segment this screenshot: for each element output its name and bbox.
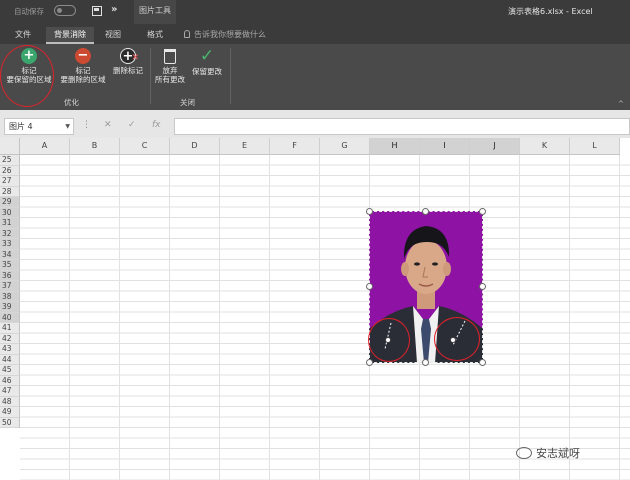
- mark-remove-button[interactable]: − 标记 要删除的区域: [56, 48, 110, 84]
- insert-function-icon[interactable]: fx: [152, 120, 161, 130]
- group-divider: [150, 48, 151, 104]
- collapse-ribbon-icon[interactable]: ^: [618, 100, 624, 108]
- row-header[interactable]: 37: [0, 281, 20, 292]
- delete-mark-label: 删除标记: [113, 66, 143, 75]
- save-icon[interactable]: [92, 6, 102, 16]
- row-header[interactable]: 29: [0, 197, 20, 208]
- row-header[interactable]: 44: [0, 354, 20, 365]
- tab-file[interactable]: 文件: [8, 27, 38, 44]
- drag-handle-icon[interactable]: ⋮: [82, 120, 91, 130]
- column-header[interactable]: L: [570, 138, 620, 155]
- resize-handle[interactable]: [366, 359, 373, 366]
- resize-handle[interactable]: [479, 208, 486, 215]
- row-header[interactable]: 25: [0, 155, 20, 166]
- highlight-circle: [368, 318, 410, 362]
- resize-handle[interactable]: [366, 208, 373, 215]
- refine-group-label: 优化: [64, 98, 79, 107]
- checkmark-icon: ✓: [199, 46, 215, 66]
- discard-line1: 放弃: [162, 66, 178, 75]
- watermark: 安志斌呀: [516, 445, 580, 461]
- picture-tools-label: 图片工具: [134, 0, 176, 24]
- tab-view[interactable]: 视图: [98, 27, 128, 44]
- mark-remove-line1: 标记: [75, 66, 91, 75]
- column-header[interactable]: E: [220, 138, 270, 155]
- highlight-circle: [0, 45, 54, 107]
- watermark-text: 安志斌呀: [536, 447, 580, 460]
- column-header[interactable]: K: [520, 138, 570, 155]
- row-header[interactable]: 31: [0, 218, 20, 229]
- close-group-label: 关闭: [180, 98, 195, 107]
- row-header[interactable]: 39: [0, 302, 20, 313]
- group-divider: [230, 48, 231, 104]
- row-header[interactable]: 41: [0, 323, 20, 334]
- wechat-icon: [516, 447, 532, 459]
- row-header[interactable]: 34: [0, 249, 20, 260]
- select-all-corner[interactable]: [0, 138, 20, 155]
- more-commands-icon[interactable]: »: [111, 4, 117, 15]
- column-header[interactable]: C: [120, 138, 170, 155]
- highlight-circle: [434, 317, 480, 361]
- column-header[interactable]: B: [70, 138, 120, 155]
- chevron-down-icon[interactable]: ▼: [65, 119, 70, 134]
- tell-me-search[interactable]: 告诉我你想要做什么: [184, 29, 266, 40]
- column-header[interactable]: A: [20, 138, 70, 155]
- column-header[interactable]: J: [470, 138, 520, 155]
- row-header[interactable]: 43: [0, 344, 20, 355]
- name-box-value: 图片 4: [9, 122, 33, 131]
- delete-mark-button[interactable]: + ✕ 删除标记: [110, 48, 146, 75]
- column-header[interactable]: G: [320, 138, 370, 155]
- row-header[interactable]: 30: [0, 207, 20, 218]
- autosave-label: 自动保存: [14, 7, 44, 16]
- cell-area[interactable]: [20, 155, 630, 480]
- resize-handle[interactable]: [366, 283, 373, 290]
- column-header[interactable]: F: [270, 138, 320, 155]
- worksheet-grid[interactable]: ABCDEFGHIJKL 25 26 27 28 29 30 31 32 33 34 35 36 37 3…: [0, 138, 630, 480]
- row-header[interactable]: 35: [0, 260, 20, 271]
- row-header[interactable]: 50: [0, 417, 20, 428]
- name-box[interactable]: 图片 4 ▼: [4, 118, 74, 135]
- column-header[interactable]: H: [370, 138, 420, 155]
- minus-icon: −: [75, 48, 91, 64]
- row-header[interactable]: 45: [0, 365, 20, 376]
- keep-changes-button[interactable]: ✓ 保留更改: [188, 46, 226, 77]
- enter-icon[interactable]: ✓: [128, 120, 136, 130]
- discard-changes-button[interactable]: 放弃 所有更改: [152, 48, 188, 84]
- tab-background-removal[interactable]: 背景消除: [46, 27, 94, 44]
- resize-handle[interactable]: [479, 283, 486, 290]
- title-bar: 自动保存 » 图片工具 演示表格6.xlsx - Excel: [0, 0, 630, 24]
- lightbulb-icon: [184, 30, 190, 38]
- ribbon-panel: + 标记 要保留的区域 − 标记 要删除的区域 + ✕ 删除标记 优化 放弃 所有…: [0, 44, 630, 110]
- resize-handle[interactable]: [422, 208, 429, 215]
- delete-mark-icon: + ✕: [120, 48, 139, 64]
- row-header[interactable]: 33: [0, 239, 20, 250]
- row-header[interactable]: 40: [0, 312, 20, 323]
- document-title: 演示表格6.xlsx - Excel: [508, 7, 593, 16]
- row-header[interactable]: 27: [0, 176, 20, 187]
- formula-bar: 图片 4 ▼ ⋮ ✕ ✓ fx: [0, 116, 630, 138]
- row-header[interactable]: 42: [0, 333, 20, 344]
- column-header[interactable]: D: [170, 138, 220, 155]
- row-header[interactable]: 38: [0, 291, 20, 302]
- tell-me-text: 告诉我你想要做什么: [194, 30, 266, 39]
- keep-changes-label: 保留更改: [192, 67, 222, 76]
- ribbon-tabs: 文件 背景消除 视图 格式 告诉我你想要做什么: [0, 24, 630, 44]
- resize-handle[interactable]: [422, 359, 429, 366]
- row-header[interactable]: 48: [0, 396, 20, 407]
- row-header[interactable]: 26: [0, 165, 20, 176]
- row-header[interactable]: 46: [0, 375, 20, 386]
- row-header[interactable]: 49: [0, 407, 20, 418]
- discard-line2: 所有更改: [155, 75, 185, 84]
- resize-handle[interactable]: [479, 359, 486, 366]
- trash-icon: [164, 49, 176, 64]
- cancel-icon[interactable]: ✕: [104, 120, 112, 130]
- row-header[interactable]: 47: [0, 386, 20, 397]
- row-header[interactable]: 32: [0, 228, 20, 239]
- autosave-toggle[interactable]: [54, 5, 76, 16]
- row-header[interactable]: 28: [0, 186, 20, 197]
- row-header[interactable]: 36: [0, 270, 20, 281]
- mark-remove-line2: 要删除的区域: [60, 75, 106, 84]
- tab-format[interactable]: 格式: [140, 27, 170, 44]
- formula-input[interactable]: [174, 118, 630, 135]
- column-header[interactable]: I: [420, 138, 470, 155]
